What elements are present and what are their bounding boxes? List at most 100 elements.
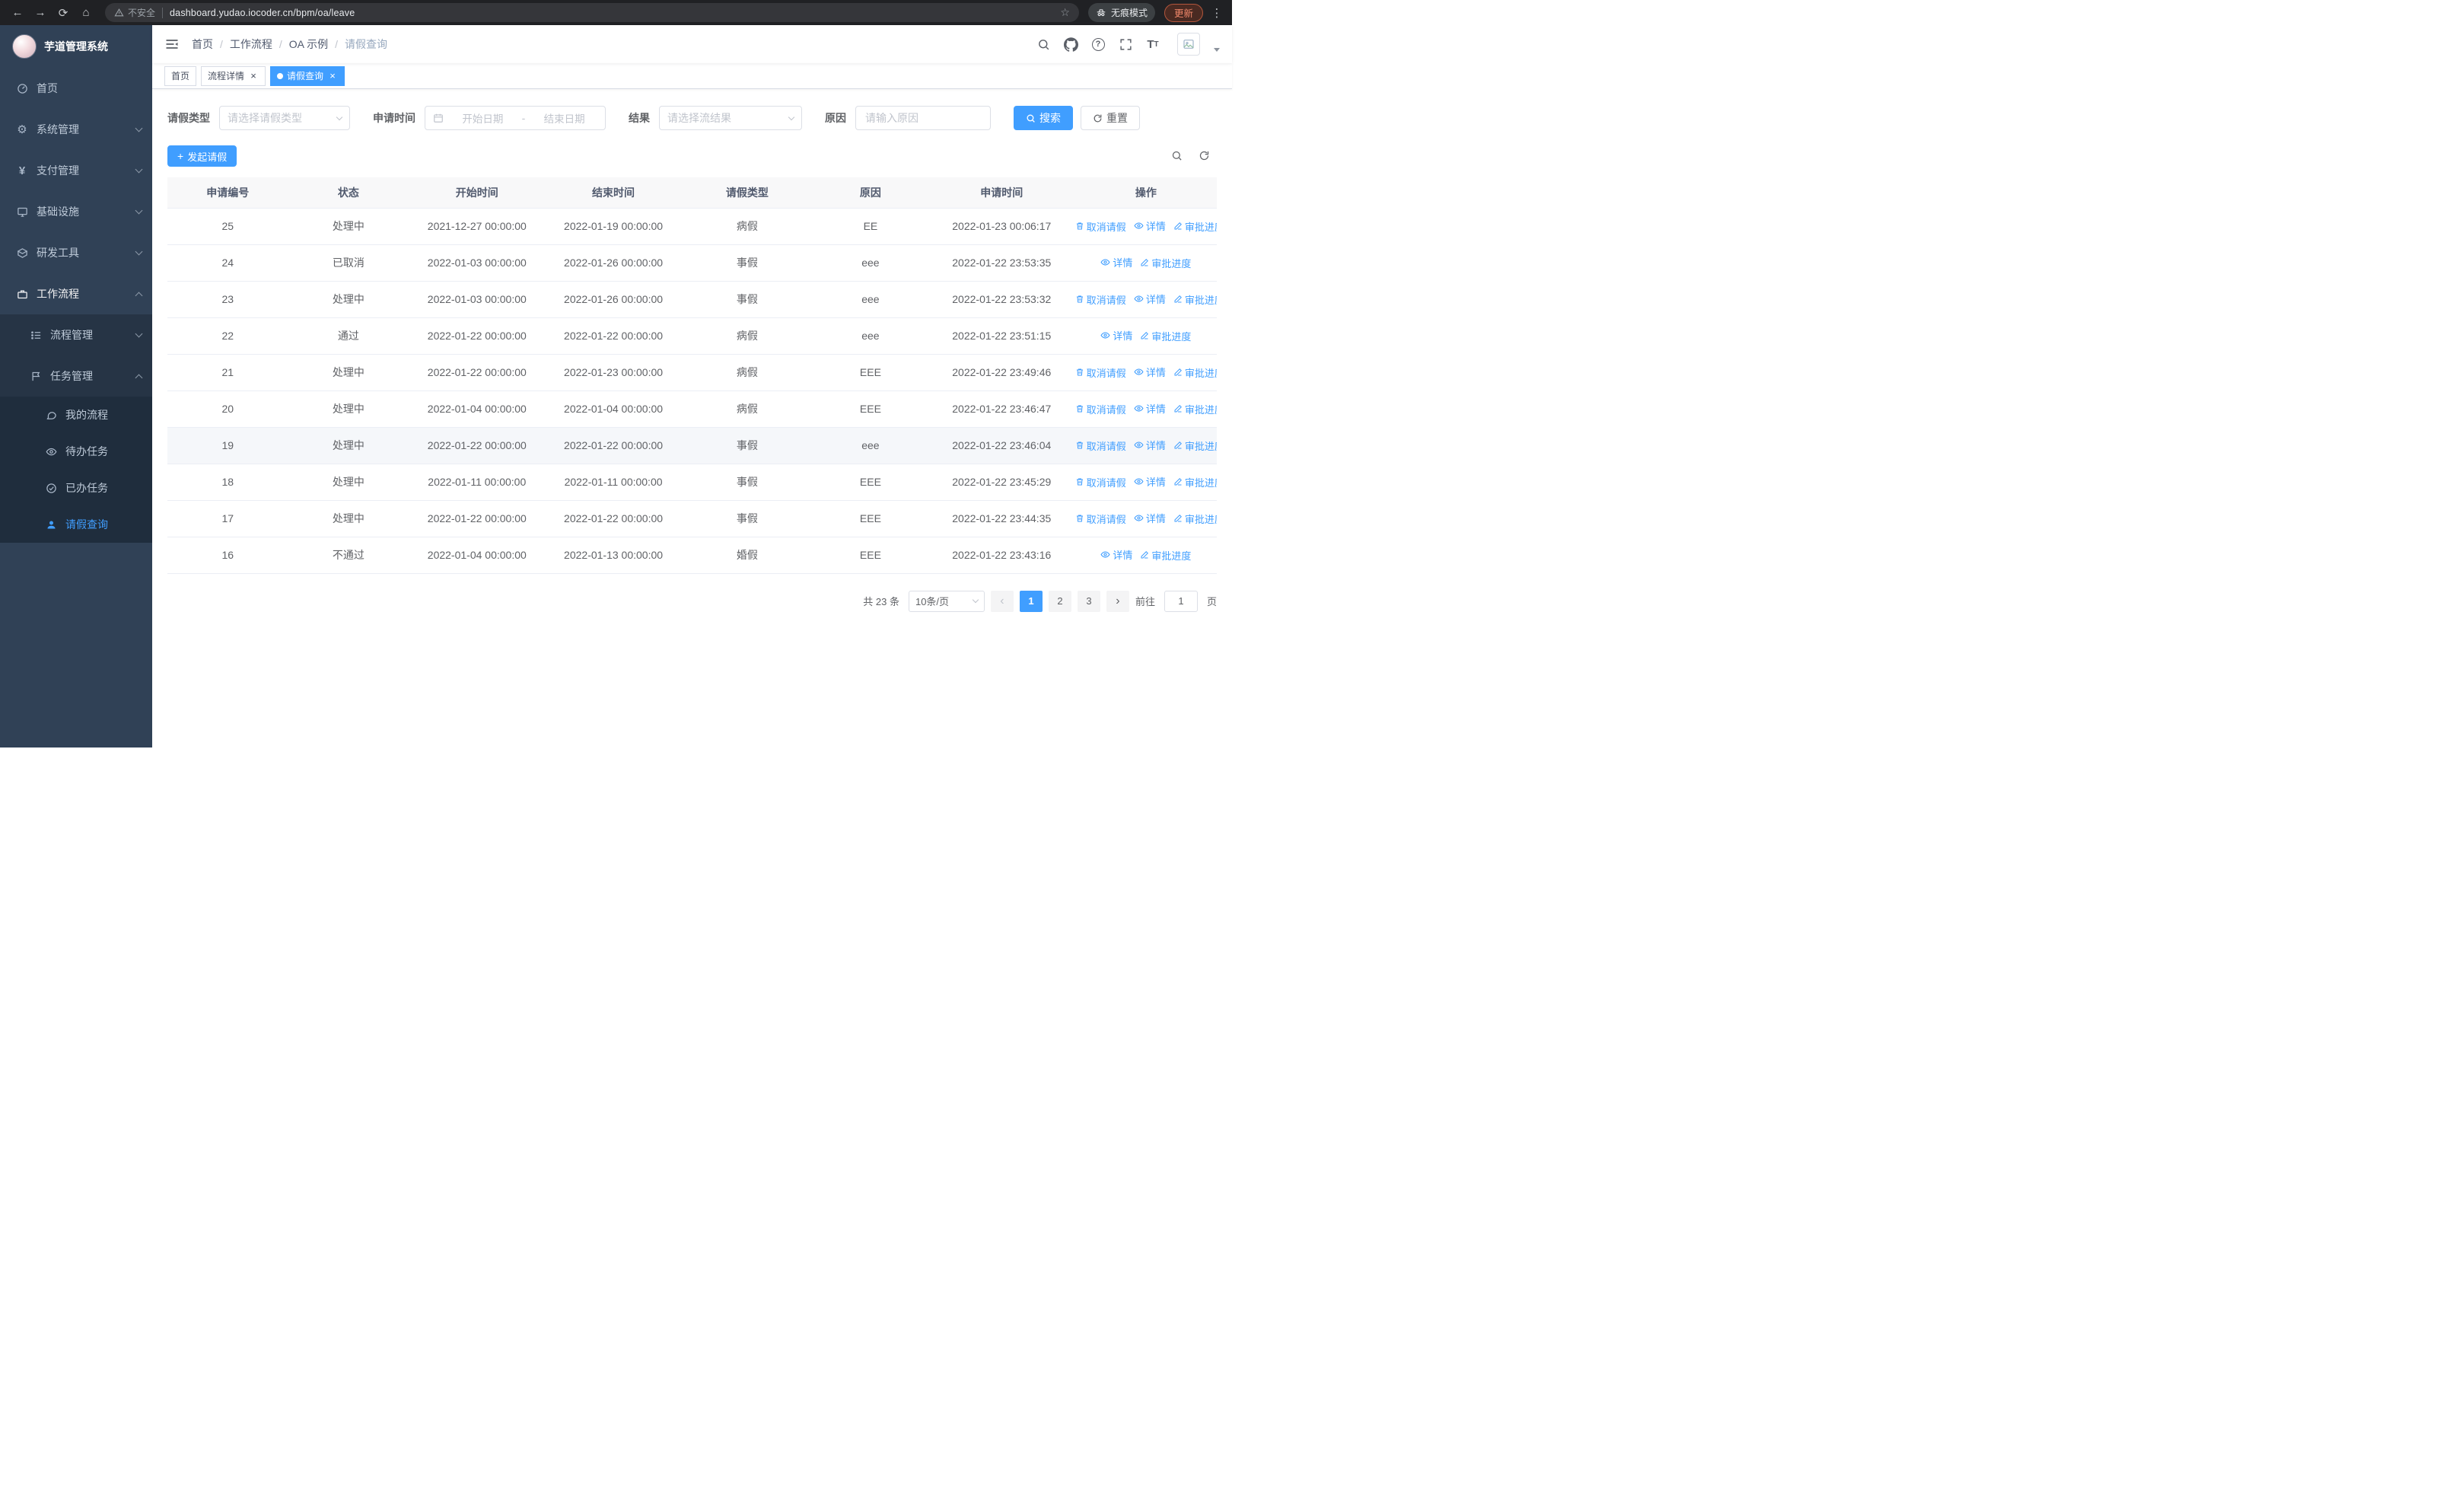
sidebar-item-payment[interactable]: ¥ 支付管理 bbox=[0, 150, 152, 191]
close-icon[interactable]: × bbox=[248, 71, 259, 81]
action-progress-link[interactable]: 审批进度 bbox=[1173, 475, 1217, 489]
sidebar-item-task-mgmt[interactable]: 任务管理 bbox=[0, 355, 152, 397]
select-placeholder: 请选择请假类型 bbox=[228, 112, 302, 124]
next-page-button[interactable]: › bbox=[1106, 590, 1129, 612]
search-icon[interactable] bbox=[1036, 37, 1051, 52]
action-detail-link[interactable]: 详情 bbox=[1100, 255, 1132, 269]
search-button[interactable]: 搜索 bbox=[1014, 106, 1073, 130]
home-icon[interactable]: ⌂ bbox=[76, 3, 96, 23]
address-bar[interactable]: 不安全 dashboard.yudao.iocoder.cn/bpm/oa/le… bbox=[105, 3, 1079, 22]
toggle-search-icon[interactable] bbox=[1171, 150, 1183, 162]
action-detail-link[interactable]: 详情 bbox=[1134, 474, 1166, 489]
action-detail-link[interactable]: 详情 bbox=[1134, 292, 1166, 306]
breadcrumb-item-home[interactable]: 首页 bbox=[192, 37, 213, 52]
action-label: 审批进度 bbox=[1151, 257, 1192, 269]
breadcrumb-item-oa[interactable]: OA 示例 bbox=[289, 37, 328, 52]
action-cancel-link[interactable]: 取消请假 bbox=[1075, 475, 1126, 489]
action-progress-link[interactable]: 审批进度 bbox=[1173, 438, 1217, 453]
action-progress-link[interactable]: 审批进度 bbox=[1173, 292, 1217, 307]
action-progress-link[interactable]: 审批进度 bbox=[1173, 219, 1217, 234]
github-icon[interactable] bbox=[1063, 37, 1078, 52]
sidebar-logo-row: 芋道管理系统 bbox=[0, 25, 152, 68]
prev-page-button[interactable]: ‹ bbox=[990, 590, 1014, 612]
bookmark-star-icon[interactable]: ☆ bbox=[1060, 6, 1070, 19]
action-progress-link[interactable]: 审批进度 bbox=[1173, 365, 1217, 380]
page-button-2[interactable]: 2 bbox=[1048, 590, 1071, 612]
result-select[interactable]: 请选择流结果 bbox=[659, 106, 802, 130]
cell-leave-type: 事假 bbox=[681, 244, 813, 282]
page-button-1[interactable]: 1 bbox=[1019, 590, 1043, 612]
action-progress-link[interactable]: 审批进度 bbox=[1173, 402, 1217, 416]
cell-apply-id: 20 bbox=[167, 390, 288, 428]
page-button-3[interactable]: 3 bbox=[1077, 590, 1100, 612]
action-cancel-link[interactable]: 取消请假 bbox=[1075, 365, 1126, 380]
action-cancel-link[interactable]: 取消请假 bbox=[1075, 402, 1126, 416]
sidebar-item-workflow[interactable]: 工作流程 bbox=[0, 273, 152, 314]
tags-view: 首页 流程详情 × 请假查询 × bbox=[152, 63, 1232, 89]
app-navbar: 首页 / 工作流程 / OA 示例 / 请假查询 ? TT bbox=[152, 25, 1232, 63]
action-label: 审批进度 bbox=[1184, 367, 1217, 379]
collapse-sidebar-icon[interactable] bbox=[164, 36, 181, 53]
avatar-caret-icon[interactable] bbox=[1214, 47, 1220, 52]
sidebar-item-label: 首页 bbox=[37, 82, 58, 94]
back-icon[interactable]: ← bbox=[8, 3, 27, 23]
sidebar-item-system[interactable]: ⚙ 系统管理 bbox=[0, 109, 152, 150]
action-detail-link[interactable]: 详情 bbox=[1134, 438, 1166, 452]
chevron-down-icon bbox=[788, 113, 795, 120]
tab-leave-query[interactable]: 请假查询 × bbox=[270, 65, 345, 86]
workflow-submenu: 流程管理 任务管理 我的流程 待办任务 已办任务 请假查询 bbox=[0, 314, 152, 543]
update-button[interactable]: 更新 bbox=[1164, 3, 1203, 22]
cell-reason: EEE bbox=[813, 354, 928, 391]
tab-label: 请假查询 bbox=[287, 71, 324, 81]
url-text[interactable]: dashboard.yudao.iocoder.cn/bpm/oa/leave bbox=[170, 8, 1060, 18]
create-leave-button[interactable]: + 发起请假 bbox=[167, 145, 237, 167]
security-warning-label[interactable]: 不安全 bbox=[128, 6, 155, 19]
sidebar-item-todo-tasks[interactable]: 待办任务 bbox=[0, 433, 152, 470]
leave-type-select[interactable]: 请选择请假类型 bbox=[219, 106, 350, 130]
tab-process-detail[interactable]: 流程详情 × bbox=[201, 65, 266, 86]
cell-end-time: 2022-01-11 00:00:00 bbox=[545, 464, 682, 501]
goto-page-input[interactable] bbox=[1164, 590, 1198, 612]
chevron-up-icon bbox=[135, 292, 143, 299]
forward-icon[interactable]: → bbox=[30, 3, 50, 23]
sidebar-item-leave-query[interactable]: 请假查询 bbox=[0, 506, 152, 543]
breadcrumb-item-workflow[interactable]: 工作流程 bbox=[230, 37, 272, 52]
action-progress-link[interactable]: 审批进度 bbox=[1173, 512, 1217, 526]
browser-menu-icon[interactable]: ⋮ bbox=[1209, 6, 1224, 20]
refresh-icon[interactable]: ⟳ bbox=[53, 3, 73, 23]
column-header-applied: 申请时间 bbox=[928, 177, 1075, 209]
font-size-icon[interactable]: TT bbox=[1145, 37, 1160, 52]
fullscreen-icon[interactable] bbox=[1118, 37, 1133, 52]
action-detail-link[interactable]: 详情 bbox=[1134, 218, 1166, 233]
reason-input[interactable] bbox=[855, 106, 991, 130]
sidebar-item-done-tasks[interactable]: 已办任务 bbox=[0, 470, 152, 506]
reset-button[interactable]: 重置 bbox=[1081, 106, 1140, 130]
action-detail-link[interactable]: 详情 bbox=[1134, 511, 1166, 525]
apply-time-range-picker[interactable]: 开始日期 - 结束日期 bbox=[425, 106, 606, 130]
action-detail-link[interactable]: 详情 bbox=[1134, 401, 1166, 416]
sidebar-item-my-process[interactable]: 我的流程 bbox=[0, 397, 152, 433]
tab-home[interactable]: 首页 bbox=[164, 65, 197, 86]
table-row: 20 处理中 2022-01-04 00:00:00 2022-01-04 00:00… bbox=[167, 390, 1217, 428]
sidebar-item-process-mgmt[interactable]: 流程管理 bbox=[0, 314, 152, 355]
sidebar-item-home[interactable]: 首页 bbox=[0, 68, 152, 109]
action-progress-link[interactable]: 审批进度 bbox=[1140, 548, 1191, 563]
sidebar-item-infra[interactable]: 基础设施 bbox=[0, 191, 152, 232]
sidebar-item-devtools[interactable]: 研发工具 bbox=[0, 232, 152, 273]
action-detail-link[interactable]: 详情 bbox=[1100, 547, 1132, 562]
refresh-table-icon[interactable] bbox=[1199, 150, 1211, 162]
action-progress-link[interactable]: 审批进度 bbox=[1140, 329, 1191, 343]
close-icon[interactable]: × bbox=[327, 71, 338, 81]
action-progress-link[interactable]: 审批进度 bbox=[1140, 256, 1191, 270]
table-row: 16 不通过 2022-01-04 00:00:00 2022-01-13 00:00… bbox=[167, 537, 1217, 574]
action-cancel-link[interactable]: 取消请假 bbox=[1075, 512, 1126, 526]
action-cancel-link[interactable]: 取消请假 bbox=[1075, 219, 1126, 234]
action-cancel-link[interactable]: 取消请假 bbox=[1075, 292, 1126, 307]
action-cancel-link[interactable]: 取消请假 bbox=[1075, 438, 1126, 453]
action-detail-link[interactable]: 详情 bbox=[1134, 365, 1166, 379]
user-avatar[interactable] bbox=[1177, 33, 1200, 56]
action-detail-link[interactable]: 详情 bbox=[1100, 328, 1132, 343]
cell-status: 已取消 bbox=[288, 244, 409, 282]
help-icon[interactable]: ? bbox=[1090, 37, 1106, 52]
page-size-select[interactable]: 10条/页 bbox=[908, 590, 985, 612]
